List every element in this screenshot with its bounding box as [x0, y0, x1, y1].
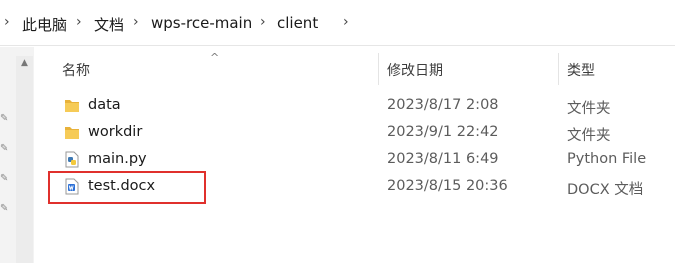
chevron-right-icon[interactable]: › — [76, 14, 82, 30]
file-row-workdir[interactable]: workdir 2023/9/1 22:42 文件夹 — [58, 119, 675, 146]
chevron-right-icon[interactable]: › — [133, 14, 139, 30]
file-modified: 2023/8/17 2:08 — [387, 97, 499, 113]
file-type: Python File — [567, 151, 647, 167]
address-bar[interactable]: › 此电脑 › 文档 › wps-rce-main › client › — [0, 0, 675, 46]
breadcrumb-client[interactable]: client — [277, 14, 318, 32]
highlight-box — [48, 171, 206, 204]
column-divider[interactable] — [558, 53, 559, 85]
scroll-up-icon[interactable]: ▲ — [17, 56, 32, 70]
pin-icon: ✎ — [0, 113, 9, 124]
file-row-main-py[interactable]: main.py 2023/8/11 6:49 Python File — [58, 146, 675, 173]
file-modified: 2023/8/11 6:49 — [387, 151, 499, 167]
file-type: 文件夹 — [567, 128, 611, 144]
sort-up-icon: ^ — [210, 51, 220, 64]
pin-icon: ✎ — [0, 203, 9, 214]
file-name: main.py — [88, 151, 147, 167]
file-row-data[interactable]: data 2023/8/17 2:08 文件夹 — [58, 92, 675, 119]
breadcrumb-documents[interactable]: 文档 — [94, 14, 124, 35]
file-modified: 2023/8/15 20:36 — [387, 178, 508, 194]
breadcrumb-this-pc[interactable]: 此电脑 — [22, 14, 67, 35]
column-header-name[interactable]: 名称 — [62, 60, 90, 80]
column-divider[interactable] — [378, 53, 379, 85]
folder-icon — [65, 100, 79, 112]
python-file-icon — [65, 151, 79, 168]
file-type: DOCX 文档 — [567, 182, 644, 198]
pin-icon: ✎ — [0, 173, 9, 184]
file-name: workdir — [88, 124, 143, 140]
pin-icon: ✎ — [0, 143, 9, 154]
folder-icon — [65, 127, 79, 139]
chevron-right-icon[interactable]: › — [4, 14, 10, 30]
file-name: data — [88, 97, 121, 113]
chevron-right-icon[interactable]: › — [260, 14, 266, 30]
navigation-scrollbar[interactable]: ▲ — [16, 56, 33, 263]
chevron-right-icon[interactable]: › — [343, 14, 349, 30]
column-header-type[interactable]: 类型 — [567, 60, 595, 80]
file-modified: 2023/9/1 22:42 — [387, 124, 499, 140]
column-header-modified[interactable]: 修改日期 — [387, 60, 443, 80]
file-type: 文件夹 — [567, 101, 611, 117]
breadcrumb-wps-rce-main[interactable]: wps-rce-main — [151, 14, 252, 32]
